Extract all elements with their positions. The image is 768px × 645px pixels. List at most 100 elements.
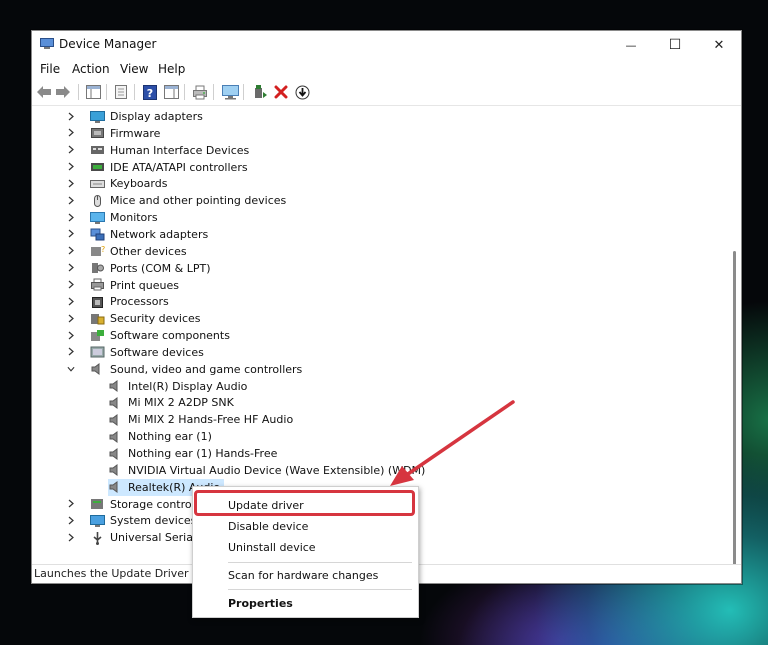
context-uninstall-device[interactable]: Uninstall device [228,541,316,554]
chevron-right-icon[interactable] [67,145,75,154]
tree-item-label: Mice and other pointing devices [110,194,287,208]
chevron-right-icon[interactable] [67,179,75,188]
close-button[interactable]: ✕ [697,31,741,59]
tree-device-row[interactable]: NVIDIA Virtual Audio Device (Wave Extens… [108,462,425,479]
chevron-right-icon[interactable] [67,516,75,525]
close-icon: ✕ [713,37,725,53]
tree-item-label: Other devices [110,244,187,258]
tree-category-row[interactable]: Software components [68,327,230,344]
menu-file[interactable]: File [40,62,60,76]
tree-device-row[interactable]: Nothing ear (1) Hands-Free [108,445,277,462]
context-scan-hardware[interactable]: Scan for hardware changes [228,569,378,582]
other-devices-icon: ? [90,244,105,258]
back-button[interactable] [35,83,53,101]
chevron-right-icon[interactable] [67,128,75,137]
toolbar-separator [243,84,244,100]
tree-item-label: Ports (COM & LPT) [110,261,211,275]
speaker-icon [108,413,123,427]
menu-view[interactable]: View [120,62,148,76]
title-bar[interactable]: Device Manager — ☐ ✕ [32,31,741,59]
toolbar: ? [32,79,741,106]
window-title: Device Manager [59,37,157,51]
computer-toolbar-button[interactable] [221,83,239,101]
firmware-icon [90,126,105,140]
tree-device-row[interactable]: Intel(R) Display Audio [108,378,247,395]
help-toolbar-button[interactable]: ? [141,83,159,101]
chevron-right-icon[interactable] [67,263,75,272]
tree-category-row[interactable]: Human Interface Devices [68,142,249,159]
tree-device-row[interactable]: Mi MIX 2 A2DP SNK [108,394,234,411]
tree-device-row[interactable]: Mi MIX 2 Hands-Free HF Audio [108,411,293,428]
tree-device-row[interactable]: Nothing ear (1) [108,428,212,445]
chevron-right-icon[interactable] [67,297,75,306]
chevron-down-icon[interactable] [67,365,75,373]
red-x-icon [274,85,288,99]
menu-action[interactable]: Action [72,62,110,76]
chevron-right-icon[interactable] [67,246,75,255]
chevron-right-icon[interactable] [67,331,75,339]
properties-toolbar-button[interactable] [112,83,130,101]
tree-category-row[interactable]: Sound, video and game controllers [67,361,302,378]
print-icon [193,85,207,99]
update-driver-toolbar-button[interactable] [251,83,269,101]
tree-category-row[interactable]: ? Other devices [68,243,187,260]
toolbar-separator [106,84,107,100]
tree-item-label: Software components [110,329,230,343]
tree-item-label: Security devices [110,312,201,326]
tree-item-label: Monitors [110,211,158,225]
maximize-button[interactable]: ☐ [653,31,697,59]
minimize-icon: — [625,38,637,52]
tree-category-row[interactable]: Network adapters [68,226,208,243]
tree-category-row[interactable]: Print queues [68,277,179,294]
chevron-right-icon[interactable] [67,213,75,222]
uninstall-toolbar-button[interactable] [272,83,290,101]
chevron-right-icon[interactable] [67,196,75,205]
tree-category-row[interactable]: Ports (COM & LPT) [68,260,211,277]
tree-category-row[interactable]: IDE ATA/ATAPI controllers [68,159,248,176]
context-separator [228,589,412,590]
context-properties[interactable]: Properties [228,597,293,610]
chevron-right-icon[interactable] [67,162,75,171]
chevron-right-icon[interactable] [67,229,75,238]
tree-category-row[interactable]: Monitors [68,209,158,226]
tree-category-row[interactable]: Firmware [68,125,161,142]
menu-bar: File Action View Help [32,59,741,79]
context-disable-device[interactable]: Disable device [228,520,308,533]
vertical-scrollbar-thumb[interactable] [733,251,736,571]
monitor-toolbar-icon [221,84,239,99]
enable-device-toolbar-button[interactable] [293,83,311,101]
chevron-right-icon[interactable] [67,280,75,289]
tree-category-row[interactable]: Keyboards [68,175,167,192]
chevron-right-icon[interactable] [67,314,75,323]
print-toolbar-button[interactable] [191,83,209,101]
tree-category-row[interactable]: Mice and other pointing devices [68,192,287,209]
status-text: Launches the Update Driver Wizard [34,567,194,580]
chevron-right-icon[interactable] [67,533,75,542]
tree-category-row[interactable]: Processors [68,293,169,310]
tree-item-label: Mi MIX 2 Hands-Free HF Audio [128,413,294,427]
show-hide-console-tree-button[interactable] [84,83,102,101]
maximize-icon: ☐ [668,37,682,53]
network-adapter-icon [90,227,105,241]
download-circle-icon [295,85,309,99]
minimize-button[interactable]: — [609,31,653,59]
tree-category-row[interactable]: System devices [68,512,196,529]
tree-item-label: Firmware [110,126,161,140]
system-device-icon [90,514,105,528]
chevron-right-icon[interactable] [67,347,75,356]
tree-category-row[interactable]: Software devices [68,344,204,361]
context-separator [228,562,412,563]
chevron-right-icon[interactable] [67,112,75,120]
chevron-right-icon[interactable] [67,499,75,508]
forward-button[interactable] [54,83,72,101]
menu-help[interactable]: Help [158,62,185,76]
action-pane-button[interactable] [162,83,180,101]
tree-category-row[interactable]: Security devices [68,310,201,327]
speaker-icon [108,447,123,461]
monitor-icon [90,211,105,225]
back-arrow-icon [37,86,51,98]
ide-controller-icon [90,160,105,174]
tree-category-row[interactable]: Display adapters [68,108,203,125]
speaker-icon [108,430,123,444]
update-driver-highlight-box [194,490,415,516]
